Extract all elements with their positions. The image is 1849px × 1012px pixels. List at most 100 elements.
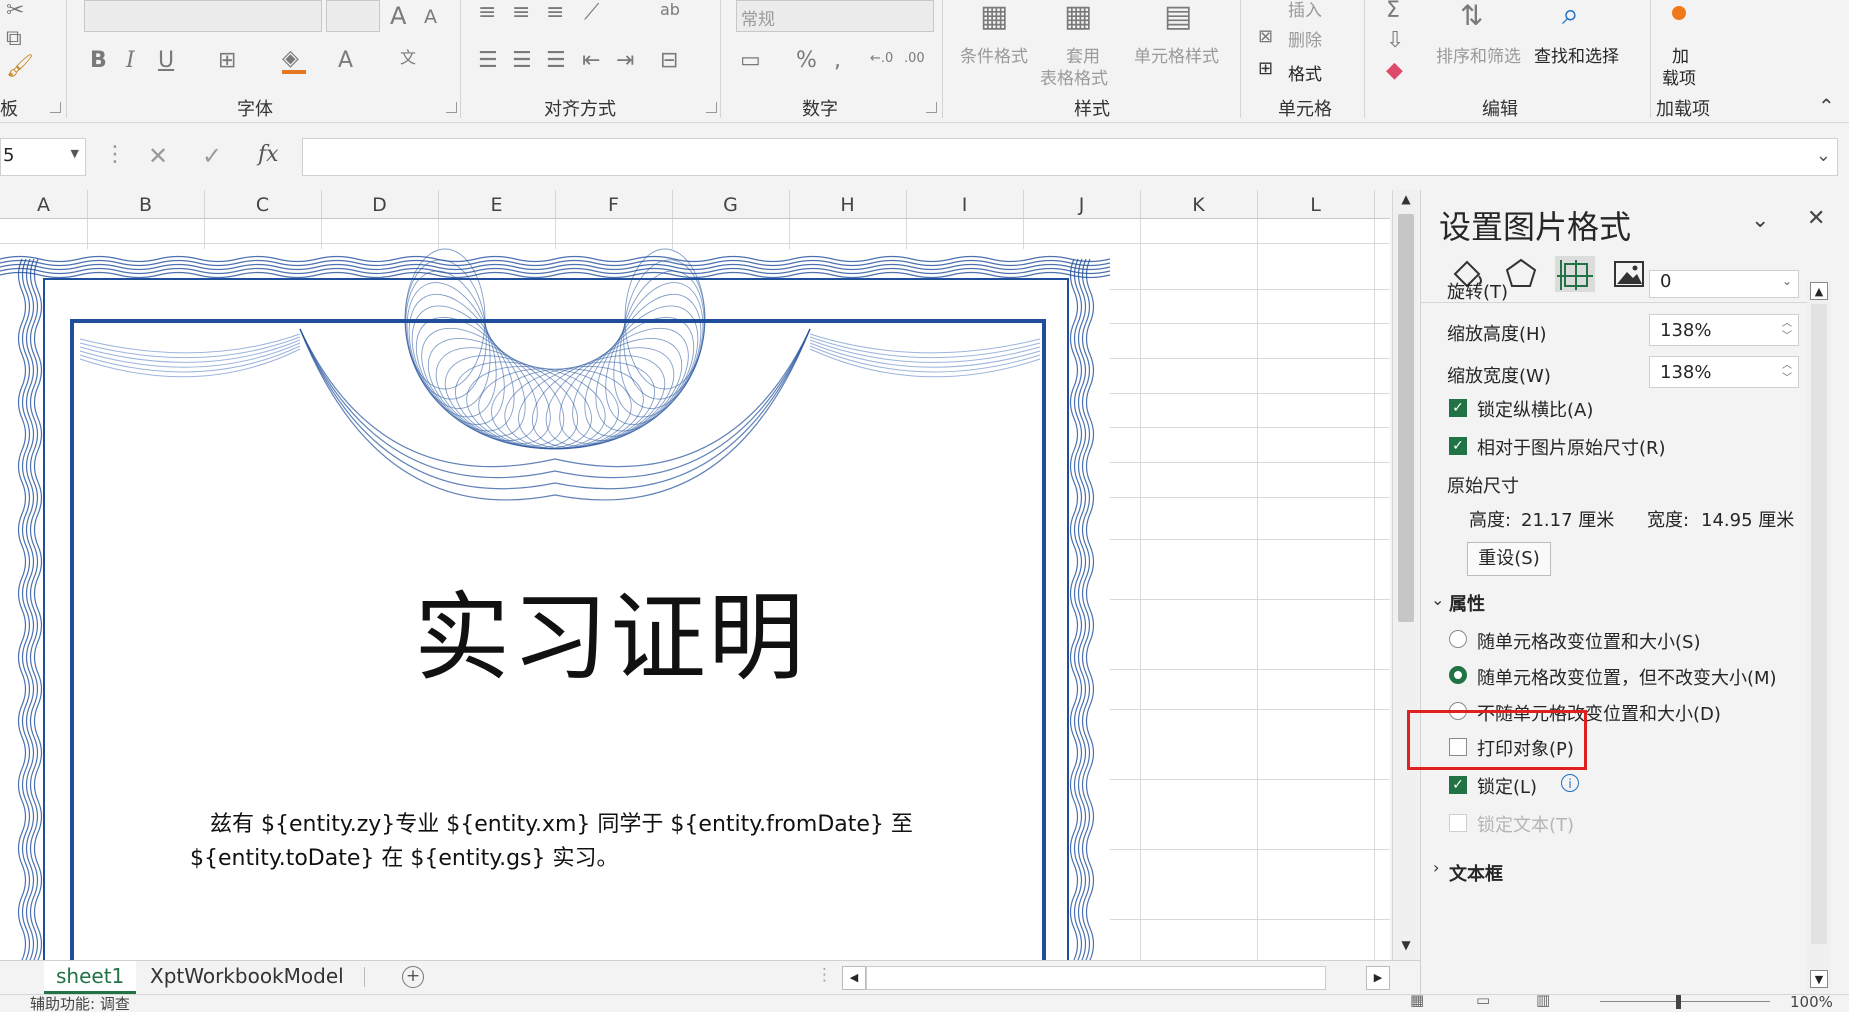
scale-height-input[interactable]: 138% ︿ ﹀ [1649,314,1799,346]
column-header-d[interactable]: D [321,190,439,218]
font-name-combo[interactable] [84,0,322,32]
locked-label[interactable]: 锁定(L) [1477,773,1537,799]
addins-button-line2[interactable]: 载项 [1662,64,1696,89]
cancel-icon[interactable]: ✕ [148,142,168,170]
align-launcher-icon[interactable] [706,102,717,113]
decrease-decimal-icon[interactable]: .00 [904,52,925,65]
align-center-icon[interactable]: ☰ [512,50,532,72]
align-right-icon[interactable]: ☰ [546,50,566,72]
chevron-down-icon[interactable]: ⌄ [1431,590,1444,609]
font-size-combo[interactable] [326,0,380,32]
reset-button[interactable]: 重设(S) [1467,542,1551,576]
fill-color-icon[interactable]: ◈ [282,48,299,70]
more-options-icon[interactable]: ⋮ [104,142,126,167]
clipboard-launcher-icon[interactable] [50,102,61,113]
increase-decimal-icon[interactable]: ←.0 [870,52,893,65]
increase-font-icon[interactable]: A [390,4,406,28]
align-bottom-icon[interactable]: ≡ [546,2,564,24]
insert-button[interactable]: 插入 [1288,0,1322,21]
find-select-button[interactable]: 查找和选择 [1534,42,1619,67]
column-header-f[interactable]: F [555,190,673,218]
percent-button[interactable]: % [796,50,817,72]
pane-close-icon[interactable]: ✕ [1807,206,1825,231]
align-left-icon[interactable]: ☰ [478,50,498,72]
name-box[interactable]: 5 ▼ [0,138,86,176]
sort-filter-button[interactable]: 排序和筛选 [1436,42,1521,67]
hscroll-left-arrow[interactable]: ◀ [842,966,866,990]
scroll-up-arrow[interactable]: ▲ [1397,192,1415,210]
conditional-format-icon[interactable]: ▦ [980,2,1008,32]
zoom-slider[interactable] [1600,1001,1770,1002]
column-header-l[interactable]: L [1257,190,1375,218]
format-button[interactable]: 格式 [1288,60,1322,85]
column-header-b[interactable]: B [87,190,205,218]
comma-style-icon[interactable]: , [834,50,841,72]
number-format-combo[interactable]: 常规 [736,0,934,32]
font-color-icon[interactable]: A [338,50,353,72]
border-icon[interactable]: ⊞ [218,50,236,72]
scroll-thumb[interactable] [1398,214,1414,622]
addins-icon[interactable] [1672,6,1686,20]
chevron-down-icon[interactable]: ⌄ [1782,275,1792,288]
insert-function-button[interactable]: fx [258,142,279,167]
column-header-e[interactable]: E [438,190,556,218]
spinner-icon[interactable]: ︿ ﹀ [1782,317,1792,343]
copy-icon[interactable]: ⧉ [6,28,22,50]
locked-checkbox[interactable]: ✓ [1449,776,1467,794]
tab-xptworkbookmodel[interactable]: XptWorkbookModel [138,961,356,991]
align-top-icon[interactable]: ≡ [478,2,496,24]
radio-move-and-size-label[interactable]: 随单元格改变位置和大小(S) [1477,628,1700,654]
column-header-i[interactable]: I [906,190,1024,218]
radio-move-no-size[interactable] [1449,666,1467,684]
hscroll-track[interactable] [866,966,1326,990]
expand-formula-icon[interactable]: ⌄ [1816,145,1831,166]
worksheet-grid[interactable]: 实习证明 兹有 ${entity.zy}专业 ${entity.xm} 同学于 … [0,219,1390,960]
merge-center-icon[interactable]: ⊟ [660,50,678,72]
accessibility-status[interactable]: 辅助功能: 调查 [30,995,130,1012]
sort-filter-icon[interactable]: ⇅ [1460,2,1483,30]
pane-options-chevron-icon[interactable]: ⌄ [1751,208,1769,233]
pane-vertical-scrollbar[interactable]: ▲ ▼ [1807,280,1831,994]
relative-original-checkbox[interactable]: ✓ [1449,437,1467,455]
autosum-icon[interactable]: Σ [1386,0,1400,22]
picture-tab-icon[interactable] [1609,256,1649,292]
page-break-icon[interactable]: ▥ [1536,995,1550,1009]
number-launcher-icon[interactable] [926,102,937,113]
textbox-section-header[interactable]: 文本框 [1449,860,1503,886]
lock-aspect-label[interactable]: 锁定纵横比(A) [1477,396,1593,422]
format-table-icon[interactable]: ▦ [1064,2,1092,32]
phonetic-icon[interactable]: 文 [400,50,416,66]
formula-input[interactable]: ⌄ [302,138,1838,176]
column-header-k[interactable]: K [1140,190,1258,218]
accounting-format-icon[interactable]: ▭ [740,50,761,72]
wrap-text-icon[interactable]: ab [660,2,680,18]
zoom-slider-thumb[interactable] [1676,995,1681,1009]
tab-sheet1[interactable]: sheet1 [44,961,137,994]
tab-splitter-icon[interactable]: ⋮ [816,965,833,985]
page-layout-icon[interactable]: ▭ [1476,995,1490,1009]
lock-aspect-checkbox[interactable]: ✓ [1449,399,1467,417]
properties-section-header[interactable]: 属性 [1449,590,1485,616]
add-sheet-icon[interactable]: + [402,966,424,988]
radio-move-no-size-label[interactable]: 随单元格改变位置，但不改变大小(M) [1477,664,1777,690]
align-middle-icon[interactable]: ≡ [512,2,530,24]
delete-button[interactable]: 删除 [1288,26,1322,51]
radio-move-and-size[interactable] [1449,630,1467,648]
column-header-j[interactable]: J [1023,190,1141,218]
font-launcher-icon[interactable] [446,102,457,113]
decrease-indent-icon[interactable]: ⇤ [582,50,600,72]
cell-style-button[interactable]: 单元格样式 [1134,42,1219,67]
column-header-g[interactable]: G [672,190,790,218]
sheet-vertical-scrollbar[interactable]: ▲ ▼ [1392,190,1419,960]
increase-indent-icon[interactable]: ⇥ [616,50,634,72]
zoom-level[interactable]: 100% [1790,995,1833,1011]
cell-style-icon[interactable]: ▤ [1164,2,1192,32]
clear-icon[interactable]: ◆ [1386,60,1403,82]
hscroll-right-arrow[interactable]: ▶ [1366,966,1390,990]
orientation-icon[interactable]: ⟋ [584,2,599,24]
format-painter-icon[interactable]: 🖌 [6,56,34,78]
format-table-button-line2[interactable]: 表格格式 [1040,64,1108,89]
pane-scroll-track[interactable] [1811,304,1827,944]
chevron-right-icon[interactable]: › [1433,858,1439,877]
info-icon[interactable]: i [1561,774,1579,792]
